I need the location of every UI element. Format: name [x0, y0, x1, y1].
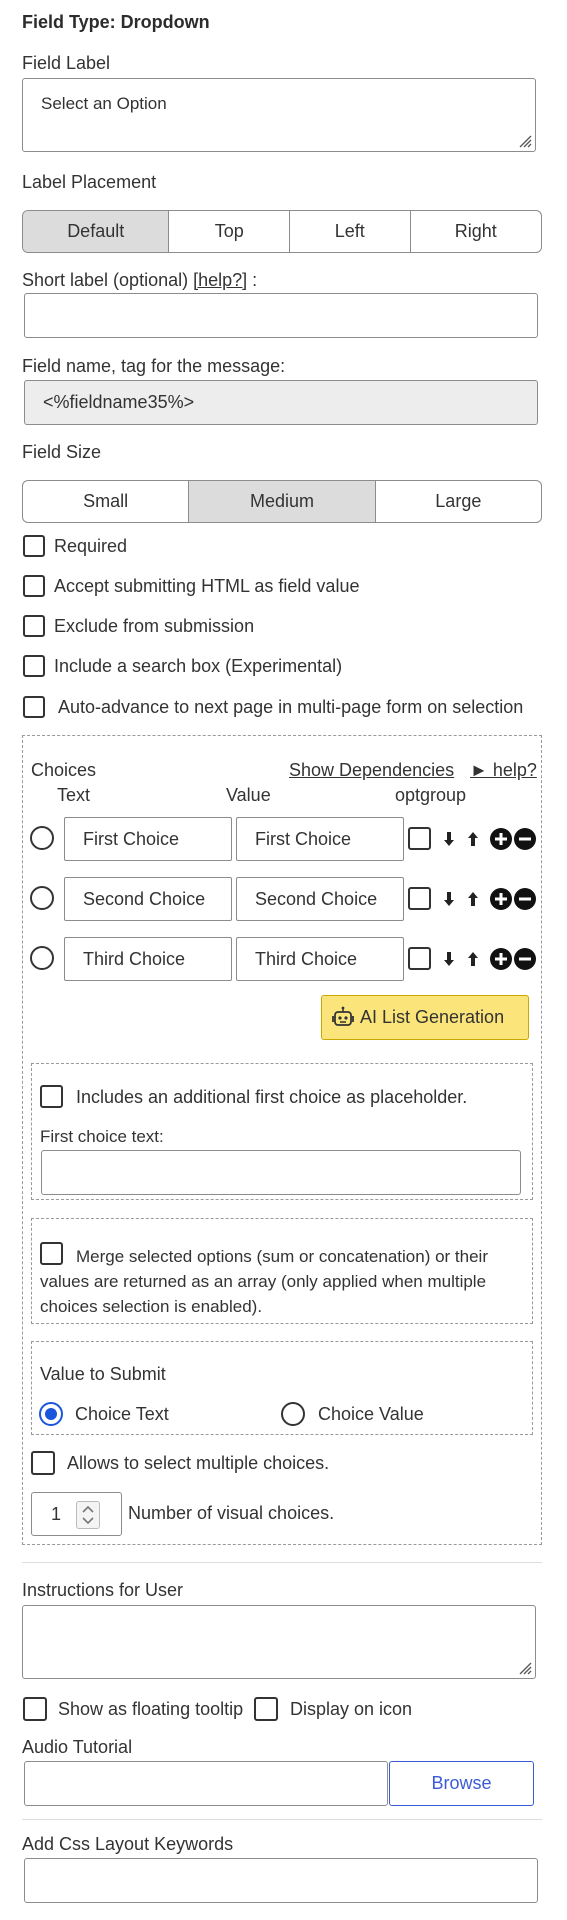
floating-tooltip-label: Show as floating tooltip	[58, 1699, 244, 1719]
submit-choice-text-label: Choice Text	[75, 1404, 169, 1424]
submit-choice-text-radio[interactable]	[39, 1402, 63, 1426]
field-label-textarea[interactable]: Select an Option	[22, 78, 536, 152]
field-name-label: Field name, tag for the message:	[22, 356, 286, 376]
accept-html-label: Accept submitting HTML as field value	[54, 576, 360, 596]
move-down-icon[interactable]	[441, 949, 457, 969]
field-name-input[interactable]: <%fieldname35%>	[24, 380, 538, 425]
size-large[interactable]: Large	[376, 481, 541, 522]
exclude-checkbox[interactable]	[23, 615, 45, 637]
size-small[interactable]: Small	[23, 481, 190, 522]
instructions-label: Instructions for User	[22, 1580, 184, 1600]
browse-button[interactable]: Browse	[389, 1761, 534, 1806]
search-box-label: Include a search box (Experimental)	[54, 656, 343, 676]
exclude-label: Exclude from submission	[54, 616, 255, 636]
remove-choice-icon[interactable]	[514, 948, 536, 970]
show-dependencies-link[interactable]: Show Dependencies	[289, 760, 454, 781]
choices-title: Choices	[31, 760, 97, 780]
label-placement-group: Default Top Left Right	[22, 210, 542, 253]
required-checkbox[interactable]	[23, 535, 45, 557]
audio-tutorial-label: Audio Tutorial	[22, 1737, 133, 1757]
field-size-label: Field Size	[22, 442, 102, 462]
placement-top[interactable]: Top	[169, 211, 290, 252]
short-label-help-link[interactable]: [help?]	[193, 270, 247, 290]
choice-default-radio[interactable]	[30, 886, 54, 910]
css-keywords-input[interactable]	[24, 1858, 538, 1903]
choice-value-input[interactable]: First Choice	[236, 817, 404, 861]
short-label-suffix: :	[247, 270, 258, 290]
move-up-icon[interactable]	[465, 829, 481, 849]
move-up-icon[interactable]	[465, 889, 481, 909]
col-text-header: Text	[57, 785, 91, 805]
choice-default-radio[interactable]	[30, 826, 54, 850]
add-choice-icon[interactable]	[490, 948, 512, 970]
col-optgroup-header: optgroup	[395, 785, 467, 805]
choice-text-input[interactable]: Second Choice	[64, 877, 232, 921]
visual-choices-input[interactable]: 1	[31, 1492, 122, 1536]
optgroup-checkbox[interactable]	[408, 827, 431, 850]
optgroup-checkbox[interactable]	[408, 947, 431, 970]
choice-text-input[interactable]: First Choice	[64, 817, 232, 861]
label-placement-label: Label Placement	[22, 172, 157, 192]
resize-grip-icon[interactable]	[518, 1661, 532, 1675]
placement-right[interactable]: Right	[411, 211, 542, 252]
move-up-icon[interactable]	[465, 949, 481, 969]
placement-left[interactable]: Left	[290, 211, 411, 252]
move-down-icon[interactable]	[441, 889, 457, 909]
submit-choice-value-radio[interactable]	[281, 1402, 305, 1426]
spinner-icon[interactable]	[76, 1501, 100, 1529]
visual-choices-label: Number of visual choices.	[128, 1503, 335, 1523]
search-box-checkbox[interactable]	[23, 655, 45, 677]
col-value-header: Value	[226, 785, 271, 805]
ai-list-generation-label: AI List Generation	[360, 1007, 505, 1027]
submit-choice-value-label: Choice Value	[318, 1404, 424, 1424]
choice-text-input[interactable]: Third Choice	[64, 937, 232, 981]
multiple-choices-checkbox[interactable]	[31, 1451, 55, 1475]
first-choice-text-label: First choice text:	[40, 1127, 164, 1146]
remove-choice-icon[interactable]	[514, 888, 536, 910]
page-title: Field Type: Dropdown	[22, 12, 210, 32]
placement-default[interactable]: Default	[23, 211, 170, 252]
accept-html-checkbox[interactable]	[23, 575, 45, 597]
ai-list-generation-button[interactable]: AI List Generation	[321, 995, 529, 1040]
divider	[22, 1819, 542, 1820]
field-label-label: Field Label	[22, 53, 111, 73]
size-medium[interactable]: Medium	[189, 481, 376, 522]
visual-choices-value: 1	[51, 1504, 62, 1524]
floating-tooltip-checkbox[interactable]	[23, 1697, 47, 1721]
css-keywords-label: Add Css Layout Keywords	[22, 1834, 234, 1854]
required-label: Required	[54, 536, 128, 556]
short-label-label: Short label (optional) [help?] :	[22, 270, 257, 291]
first-choice-text-input[interactable]	[41, 1150, 521, 1195]
multiple-choices-label: Allows to select multiple choices.	[67, 1453, 330, 1473]
field-name-value: <%fieldname35%>	[43, 392, 195, 412]
auto-advance-label: Auto-advance to next page in multi-page …	[58, 697, 524, 717]
add-choice-icon[interactable]	[490, 888, 512, 910]
display-on-icon-checkbox[interactable]	[254, 1697, 278, 1721]
divider	[22, 1562, 542, 1563]
field-size-group: Small Medium Large	[22, 480, 542, 523]
short-label-text: Short label (optional)	[22, 270, 194, 290]
choices-help-link[interactable]: ► help?	[470, 760, 537, 781]
choice-value-input[interactable]: Second Choice	[236, 877, 404, 921]
choice-value-input[interactable]: Third Choice	[236, 937, 404, 981]
remove-choice-icon[interactable]	[514, 828, 536, 850]
merge-label: Merge selected options (sum or concatena…	[40, 1247, 488, 1316]
placeholder-checkbox[interactable]	[40, 1085, 63, 1108]
choice-default-radio[interactable]	[30, 946, 54, 970]
resize-grip-icon[interactable]	[518, 134, 532, 148]
short-label-input[interactable]	[24, 293, 538, 338]
auto-advance-checkbox[interactable]	[23, 696, 45, 718]
display-on-icon-label: Display on icon	[290, 1699, 413, 1719]
field-label-value: Select an Option	[41, 94, 167, 113]
move-down-icon[interactable]	[441, 829, 457, 849]
placeholder-label: Includes an additional first choice as p…	[76, 1087, 468, 1107]
add-choice-icon[interactable]	[490, 828, 512, 850]
value-to-submit-label: Value to Submit	[40, 1364, 166, 1384]
optgroup-checkbox[interactable]	[408, 887, 431, 910]
audio-tutorial-input[interactable]	[24, 1761, 388, 1806]
robot-icon	[330, 1005, 356, 1031]
instructions-textarea[interactable]	[22, 1605, 536, 1679]
